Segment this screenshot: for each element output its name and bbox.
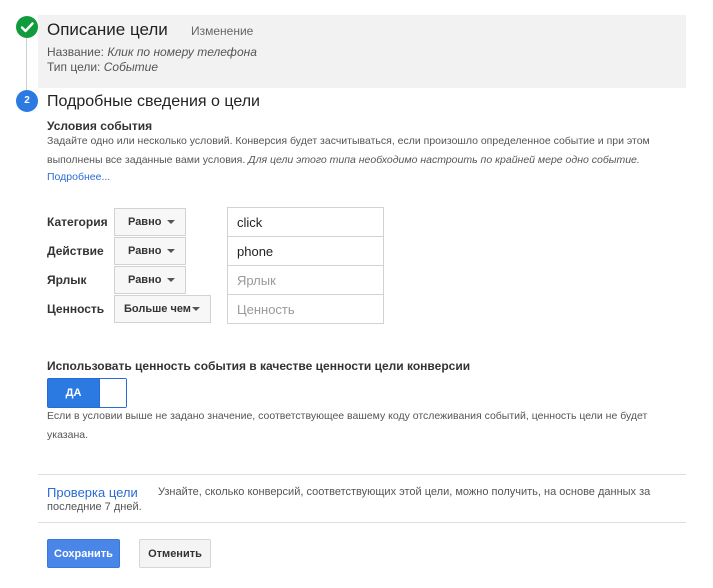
goal-type-line: Тип цели: Событие <box>47 60 158 74</box>
verify-goal-link[interactable]: Проверка цели <box>47 485 138 500</box>
caret-down-icon <box>192 307 200 311</box>
goal-name-line: Название: Клик по номеру телефона <box>47 45 257 59</box>
step-connector <box>26 36 27 90</box>
use-event-value-toggle[interactable]: ДА <box>47 378 127 408</box>
check-circle-icon <box>16 16 38 38</box>
edit-goal-description-link[interactable]: Изменение <box>191 24 253 38</box>
operator-value: Больше чем <box>124 303 191 315</box>
category-value-input[interactable] <box>227 207 384 237</box>
step2-title: Подробные сведения о цели <box>47 93 260 110</box>
value-value-input[interactable] <box>227 294 384 324</box>
cancel-button[interactable]: Отменить <box>139 539 211 568</box>
event-conditions-description: Задайте одно или несколько условий. Конв… <box>47 132 687 170</box>
goal-type-value: Событие <box>103 60 158 74</box>
toggle-on-label: ДА <box>48 379 99 407</box>
learn-more-link[interactable]: Подробнее... <box>47 171 110 183</box>
action-value-input[interactable] <box>227 236 384 266</box>
caret-down-icon <box>167 278 175 282</box>
operator-value: Равно <box>128 245 162 257</box>
caret-down-icon <box>167 220 175 224</box>
condition-label-value: Ценность <box>47 302 105 316</box>
operator-value: Равно <box>128 216 162 228</box>
divider <box>38 522 686 523</box>
save-button[interactable]: Сохранить <box>47 539 120 568</box>
divider <box>38 474 686 475</box>
label-value-input[interactable] <box>227 265 384 295</box>
label-operator-dropdown[interactable]: Равно <box>114 266 186 294</box>
category-operator-dropdown[interactable]: Равно <box>114 208 186 236</box>
use-event-value-heading: Использовать ценность события в качестве… <box>47 359 471 373</box>
event-conditions-heading: Условия события <box>47 119 153 133</box>
step1-title: Описание цели <box>47 20 168 39</box>
condition-label-category: Категория <box>47 215 108 229</box>
action-operator-dropdown[interactable]: Равно <box>114 237 186 265</box>
use-event-value-note: Если в условии выше не задано значение, … <box>47 410 648 441</box>
condition-label-label: Ярлык <box>47 273 87 287</box>
value-operator-dropdown[interactable]: Больше чем <box>114 295 211 323</box>
step2-number-badge: 2 <box>16 90 38 112</box>
goal-type-label: Тип цели: <box>47 60 101 74</box>
toggle-knob <box>99 379 126 407</box>
operator-value: Равно <box>128 274 162 286</box>
conditions-description-italic: Для цели этого типа необходимо настроить… <box>248 154 640 166</box>
goal-name-label: Название: <box>47 45 104 59</box>
goal-name-value: Клик по номеру телефона <box>107 45 257 59</box>
verify-goal-description: Узнайте, сколько конверсий, соответствую… <box>47 486 651 513</box>
condition-label-action: Действие <box>47 244 104 258</box>
caret-down-icon <box>167 249 175 253</box>
